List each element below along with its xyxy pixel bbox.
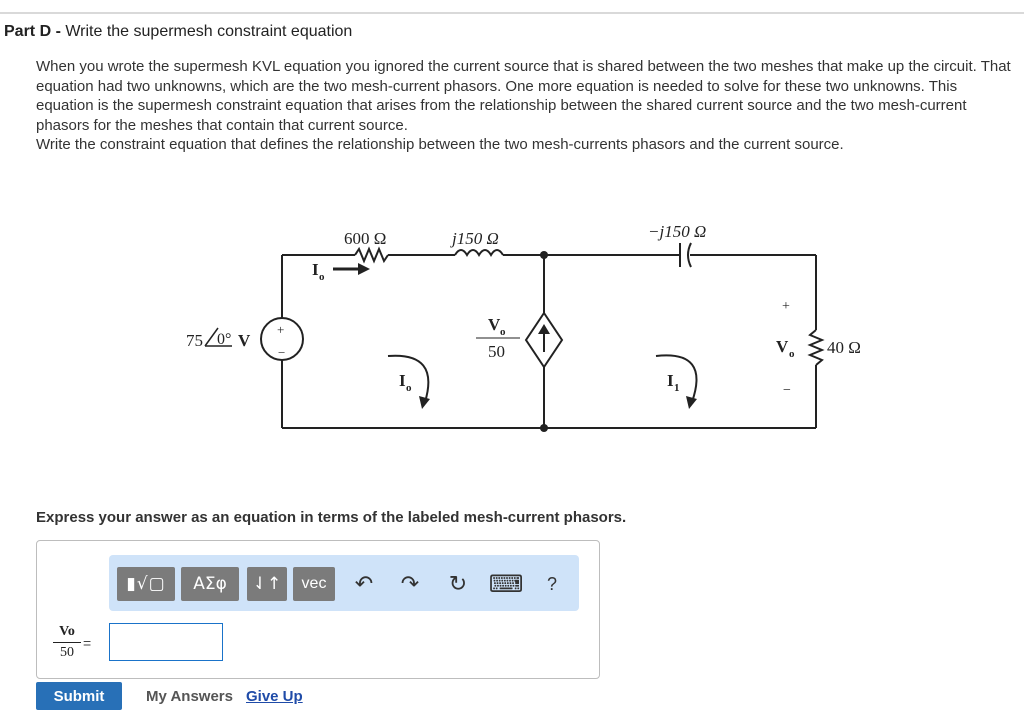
part-separator: - xyxy=(51,23,66,40)
mesh1-label: I xyxy=(399,371,406,390)
mesh1-arrowhead xyxy=(419,396,430,409)
instructions: When you wrote the supermesh KVL equatio… xyxy=(36,57,1016,155)
equals-sign: = xyxy=(83,635,92,651)
dep-den: 50 xyxy=(488,342,505,361)
mesh2-label: I xyxy=(667,371,674,390)
undo-icon[interactable]: ↶ xyxy=(349,569,379,599)
vo-label: V xyxy=(776,337,789,356)
vec-button[interactable]: vec xyxy=(293,567,335,601)
reset-icon[interactable]: ↻ xyxy=(443,569,473,599)
lhs-denominator: 50 xyxy=(60,645,74,660)
vo-minus: − xyxy=(783,383,791,398)
resistor-40 xyxy=(807,329,825,366)
c1-label: −j150 Ω xyxy=(648,222,706,241)
node-bottom xyxy=(540,424,548,432)
math-toolbar: ▮√▢ ΑΣφ ⇃↑ vec ↶ ↷ ↻ ⌨ ? xyxy=(109,555,579,611)
mesh1-arrow-icon xyxy=(387,354,430,403)
redo-icon[interactable]: ↷ xyxy=(395,569,425,599)
mesh2-sub: 1 xyxy=(674,382,680,394)
greek-button[interactable]: ΑΣφ xyxy=(181,567,239,601)
mesh1-sub: o xyxy=(406,382,412,394)
answer-lhs: Vo 50 xyxy=(53,624,81,661)
part-heading: Write the supermesh constraint equation xyxy=(65,23,353,40)
answer-panel: ▮√▢ ΑΣφ ⇃↑ vec ↶ ↷ ↻ ⌨ ? Vo 50 = xyxy=(36,540,600,679)
templates-button[interactable]: ▮√▢ xyxy=(117,567,175,601)
help-icon[interactable]: ? xyxy=(537,569,567,599)
my-answers-link[interactable]: My Answers xyxy=(146,688,233,705)
lhs-numerator: Vo xyxy=(53,624,81,643)
source-value: 75 xyxy=(186,331,203,350)
resistor-600 xyxy=(354,246,389,264)
dep-num-sub: o xyxy=(500,326,506,338)
branch-current-sub: o xyxy=(319,271,325,283)
intro-instruction: Write the constraint equation that defin… xyxy=(36,136,844,153)
give-up-link[interactable]: Give Up xyxy=(246,688,303,705)
source-plus: + xyxy=(277,322,284,337)
part-title: Part D - Write the supermesh constraint … xyxy=(4,23,352,41)
node-top xyxy=(540,251,548,259)
part-label: Part D xyxy=(4,23,52,40)
vo-sub: o xyxy=(789,348,795,360)
mesh2-arrowhead xyxy=(686,396,697,409)
circuit-diagram: 600 Ω j150 Ω −j150 Ω 40 Ω 75 0° V + − I … xyxy=(186,222,861,432)
answer-prompt: Express your answer as an equation in te… xyxy=(36,509,627,526)
io-arrow-head xyxy=(358,263,370,275)
keyboard-icon[interactable]: ⌨ xyxy=(489,569,524,599)
vo-plus: + xyxy=(782,299,790,314)
r1-label: 600 Ω xyxy=(344,229,386,248)
answer-input[interactable] xyxy=(109,623,223,661)
inductor xyxy=(454,249,504,257)
top-divider xyxy=(0,12,1024,14)
mesh2-arrow-icon xyxy=(655,354,698,403)
branch-current-label: I xyxy=(312,260,319,279)
source-unit: V xyxy=(238,331,251,350)
r2-label: 40 Ω xyxy=(827,338,861,357)
source-angle: 0° xyxy=(217,331,231,348)
l1-label: j150 Ω xyxy=(450,229,499,248)
arrows-button[interactable]: ⇃↑ xyxy=(247,567,287,601)
intro-paragraph: When you wrote the supermesh KVL equatio… xyxy=(36,58,1011,134)
source-minus: − xyxy=(278,345,285,360)
